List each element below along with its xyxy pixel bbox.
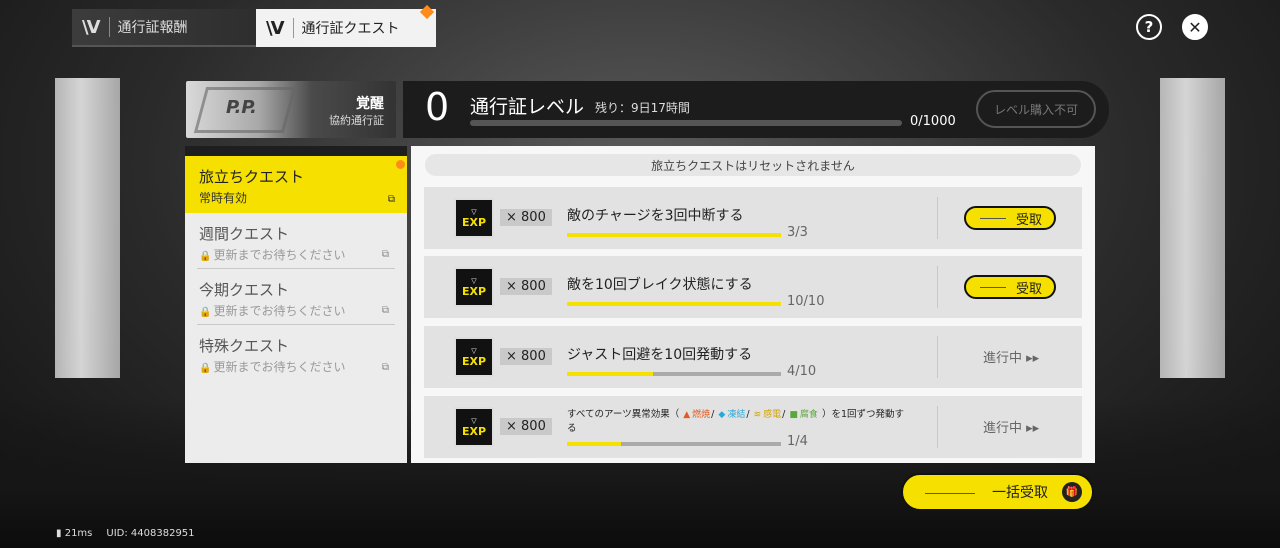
- lock-icon: 🔒: [199, 363, 212, 374]
- pass-time-remaining: 残り：9日17時間: [595, 101, 690, 115]
- quest-progress-track: [567, 302, 781, 306]
- tab-label: 通行証クエスト: [301, 21, 400, 37]
- protocol-pass-logo: P.P.: [226, 97, 257, 118]
- nav-item-departure-quests[interactable]: 旅立ちクエスト 常時有効 ⧉: [185, 156, 407, 213]
- notification-dot: [396, 160, 405, 169]
- top-icon-group: ? ✕: [1136, 14, 1208, 40]
- nav-item-title: 旅立ちクエスト: [199, 168, 305, 186]
- reward-multiplier: × 800: [500, 418, 552, 435]
- divider: [937, 197, 938, 239]
- nav-item-subtitle: 更新までお待ちください: [213, 360, 346, 374]
- nav-item-special-quests[interactable]: 特殊クエスト 🔒 更新までお待ちください ⧉: [197, 325, 395, 381]
- nav-item-title: 週間クエスト: [199, 225, 290, 243]
- reward-multiplier: × 800: [500, 278, 552, 295]
- divider: [937, 406, 938, 448]
- pass-level-title: 通行証レベル: [470, 96, 585, 118]
- nav-item-subtitle: 更新までお待ちください: [213, 304, 346, 318]
- quest-row: ▽ EXP × 800 ジャスト回避を10回発動する 4/10 進行中 ▸▸: [424, 326, 1082, 388]
- buy-level-button[interactable]: レベル購入不可: [976, 90, 1096, 128]
- close-icon[interactable]: ✕: [1182, 14, 1208, 40]
- quest-progress-fill: [567, 233, 781, 237]
- quest-in-progress-status: 進行中 ▸▸: [983, 351, 1040, 366]
- exp-reward-icon: ▽ EXP: [454, 337, 494, 377]
- quest-row: ▽ EXP × 800 敵のチャージを3回中断する 3/3 受取: [424, 187, 1082, 249]
- nav-item-title: 今期クエスト: [199, 281, 290, 299]
- reward-multiplier: × 800: [500, 209, 552, 226]
- quest-row: ▽ EXP × 800 敵を10回ブレイク状態にする 10/10 受取: [424, 256, 1082, 318]
- quest-progress-fill: [567, 372, 653, 376]
- quest-progress-track: [567, 442, 781, 446]
- pass-level-value: 0: [425, 85, 450, 129]
- burn-icon: ▲: [683, 410, 691, 420]
- signal-icon: ▮: [56, 528, 62, 539]
- endfield-logo-icon: \V: [82, 17, 110, 38]
- quest-title: 敵を10回ブレイク状態にする: [567, 277, 753, 293]
- quest-list-panel: 旅立ちクエストはリセットされません ▽ EXP × 800 敵のチャージを3回中断…: [411, 146, 1095, 463]
- claim-all-label: 一括受取: [992, 485, 1048, 501]
- external-link-icon: ⧉: [387, 194, 395, 205]
- quest-progress-track: [567, 372, 781, 376]
- ping-value: 21ms: [64, 528, 93, 539]
- external-link-icon: ⧉: [381, 362, 389, 373]
- quest-progress-text: 4/10: [787, 364, 817, 379]
- quest-progress-track: [567, 233, 781, 237]
- tab-pass-rewards[interactable]: \V 通行証報酬: [72, 9, 256, 47]
- lock-icon: 🔒: [199, 307, 212, 318]
- pass-badge: P.P. 覚醒 協約通行証: [186, 81, 396, 138]
- pass-type: 協約通行証: [329, 114, 384, 127]
- divider: [937, 336, 938, 378]
- nav-item-subtitle: 常時有効: [199, 191, 248, 205]
- top-tab-bar: \V 通行証報酬 \V 通行証クエスト: [72, 4, 436, 47]
- exp-reward-icon: ▽ EXP: [454, 198, 494, 238]
- external-link-icon: ⧉: [381, 249, 389, 260]
- divider: [937, 266, 938, 308]
- external-link-icon: ⧉: [381, 305, 389, 316]
- quest-title: すべてのアーツ異常効果（ ▲ 燃焼/ ◆ 凍結/ ≋ 感電/ ■ 腐食 ）を1回ずつ発動…: [567, 409, 904, 434]
- claim-all-button[interactable]: 一括受取 🎁: [901, 473, 1094, 511]
- quest-notice: 旅立ちクエストはリセットされません: [425, 154, 1081, 176]
- user-id: UID: 4408382951: [106, 528, 195, 539]
- shock-icon: ≋: [753, 410, 762, 420]
- reward-multiplier: × 800: [500, 348, 552, 365]
- exp-reward-icon: ▽ EXP: [454, 407, 494, 447]
- background-pillar-left: [55, 78, 120, 378]
- pass-name: 覚醒: [356, 96, 384, 112]
- quest-progress-text: 10/10: [787, 294, 825, 309]
- quest-row: ▽ EXP × 800 すべてのアーツ異常効果（ ▲ 燃焼/ ◆ 凍結/ ≋ 感電/ ■…: [424, 396, 1082, 458]
- corrode-icon: ■: [789, 410, 798, 420]
- claim-button[interactable]: 受取: [964, 275, 1056, 299]
- status-bar: ▮ 21ms UID: 4408382951: [56, 528, 195, 539]
- quest-title: ジャスト回避を10回発動する: [567, 347, 753, 363]
- gift-icon: 🎁: [1062, 482, 1082, 502]
- lock-icon: 🔒: [199, 251, 212, 262]
- claim-button[interactable]: 受取: [964, 206, 1056, 230]
- nav-item-title: 特殊クエスト: [199, 337, 290, 355]
- quest-progress-text: 3/3: [787, 225, 808, 240]
- tab-label: 通行証報酬: [117, 20, 188, 36]
- pass-level-bar: 0 通行証レベル 残り：9日17時間 0/1000 レベル購入不可: [403, 81, 1109, 138]
- notification-dot: [419, 4, 435, 20]
- endfield-logo-icon: \V: [266, 18, 294, 39]
- exp-reward-icon: ▽ EXP: [454, 267, 494, 307]
- quest-title: 敵のチャージを3回中断する: [567, 208, 744, 224]
- quest-in-progress-status: 進行中 ▸▸: [983, 421, 1040, 436]
- quest-progress-fill: [567, 442, 621, 446]
- pass-level-progress-text: 0/1000: [910, 114, 956, 129]
- quest-progress-fill: [567, 302, 781, 306]
- freeze-icon: ◆: [718, 410, 726, 420]
- tab-pass-quests[interactable]: \V 通行証クエスト: [256, 4, 436, 47]
- nav-item-season-quests[interactable]: 今期クエスト 🔒 更新までお待ちください ⧉: [197, 269, 395, 325]
- nav-item-weekly-quests[interactable]: 週間クエスト 🔒 更新までお待ちください ⧉: [197, 213, 395, 269]
- quest-progress-text: 1/4: [787, 434, 808, 449]
- nav-item-subtitle: 更新までお待ちください: [213, 248, 346, 262]
- background-pillar-right: [1160, 78, 1225, 378]
- quest-category-nav: 旅立ちクエスト 常時有効 ⧉ 週間クエスト 🔒 更新までお待ちください ⧉ 今期ク…: [185, 146, 407, 463]
- help-icon[interactable]: ?: [1136, 14, 1162, 40]
- pass-level-progress-track: [470, 120, 902, 126]
- nav-header-strip: [185, 146, 407, 156]
